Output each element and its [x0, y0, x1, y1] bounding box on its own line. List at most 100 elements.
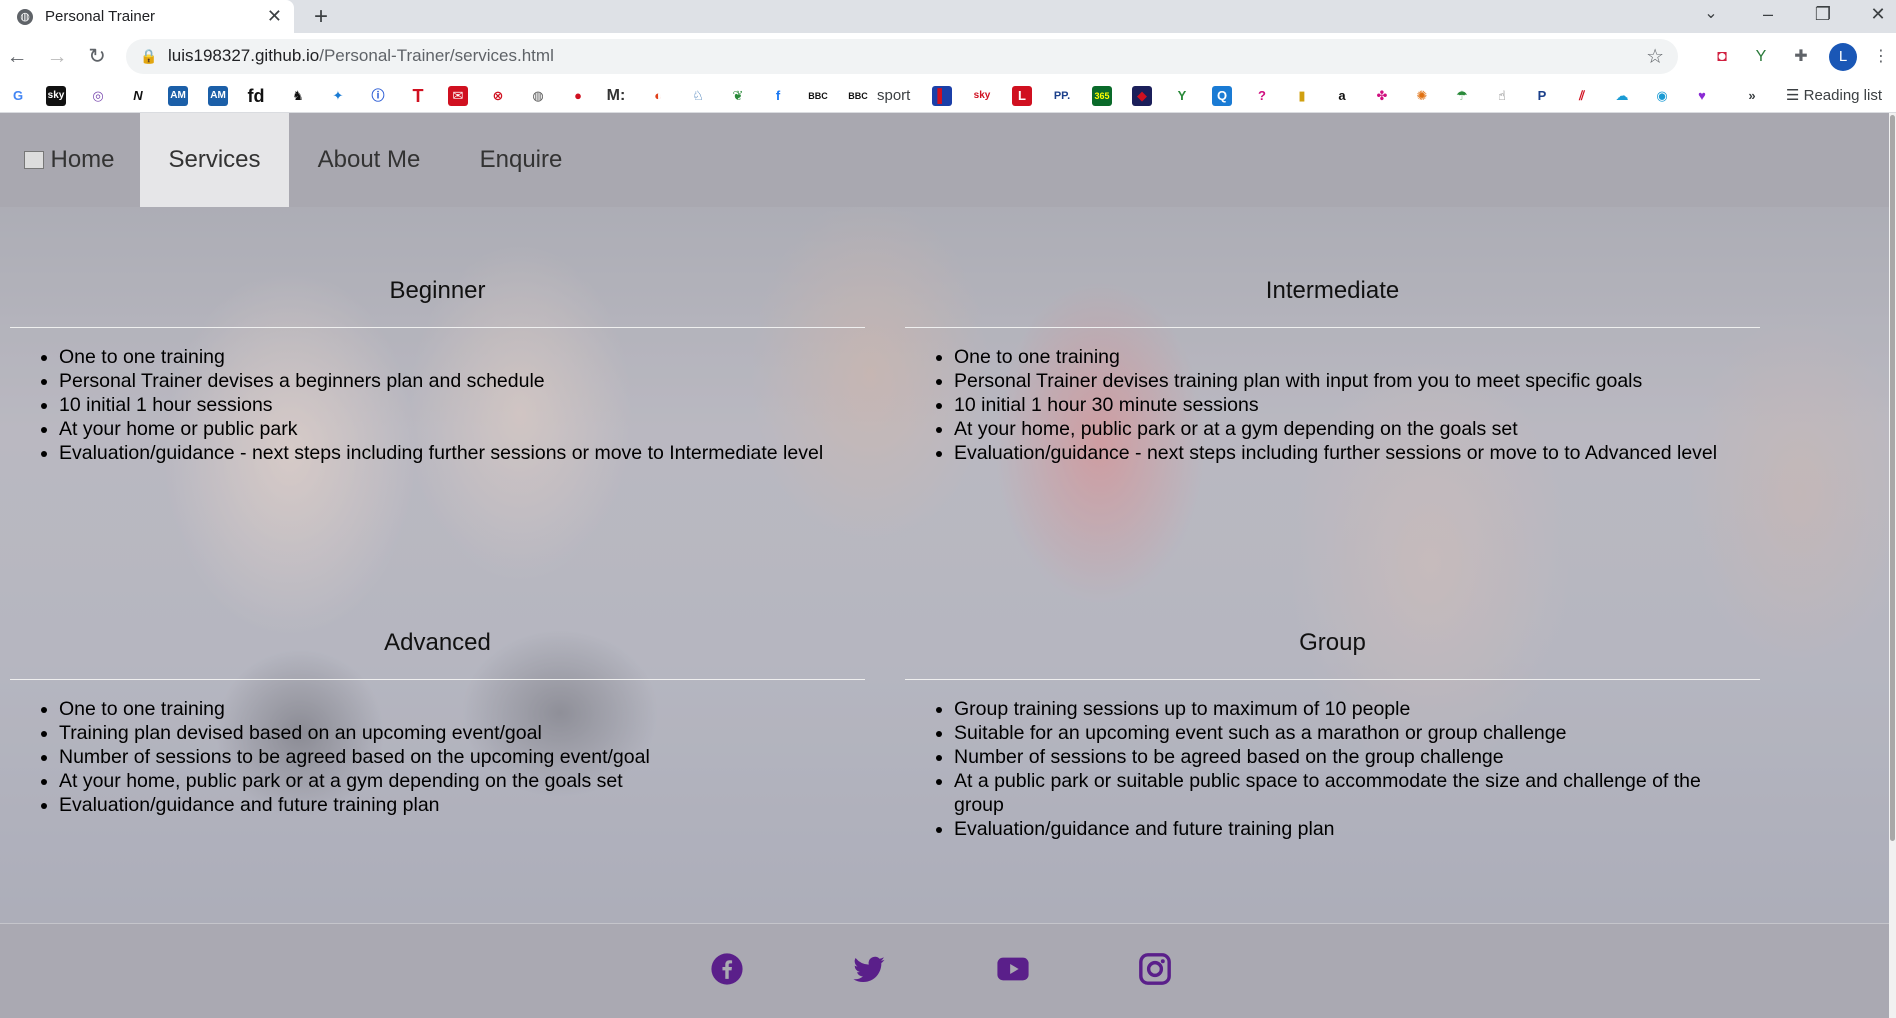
- facebook-bookmark-icon[interactable]: f: [768, 86, 788, 106]
- bookmark-icon-17[interactable]: ◐: [648, 86, 668, 106]
- q-bookmark-icon[interactable]: Q: [1212, 86, 1232, 106]
- bookmark-icon-13[interactable]: ⊗: [488, 86, 508, 106]
- minimize-icon[interactable]: –: [1748, 0, 1788, 33]
- instagram-icon[interactable]: [1138, 952, 1172, 986]
- fd-bookmark-icon[interactable]: fd: [246, 86, 266, 106]
- nav-enquire[interactable]: Enquire: [465, 113, 577, 207]
- profile-avatar[interactable]: L: [1829, 43, 1857, 71]
- list-item: Evaluation/guidance and future training …: [954, 817, 1754, 841]
- reload-icon[interactable]: ↻: [82, 33, 112, 80]
- bookmark-icon-35[interactable]: ✤: [1372, 86, 1392, 106]
- browser-toolbar: ← → ↻ 🔒 luis198327.github.io/Personal-Tr…: [0, 33, 1896, 80]
- facebook-icon[interactable]: [710, 952, 744, 986]
- divider: [10, 679, 865, 680]
- globe-bookmark-icon[interactable]: ◍: [528, 86, 548, 106]
- twitter-icon[interactable]: [852, 952, 886, 986]
- list-item: Evaluation/guidance and future training …: [59, 793, 859, 817]
- bookmark-icon-36[interactable]: ✺: [1412, 86, 1432, 106]
- browser-tabstrip: ◍ Personal Trainer ✕ + ⌄ – ❐ ✕: [0, 0, 1896, 33]
- url-text[interactable]: luis198327.github.io/Personal-Trainer/se…: [168, 46, 554, 66]
- list-item: Evaluation/guidance - next steps includi…: [954, 441, 1754, 465]
- heart-bookmark-icon[interactable]: ♥: [1692, 86, 1712, 106]
- m-bookmark-icon[interactable]: M:: [606, 86, 626, 106]
- bookmark-icon-19[interactable]: ❦: [728, 86, 748, 106]
- url-path: /Personal-Trainer/services.html: [319, 46, 554, 65]
- card-title: Group: [1299, 629, 1366, 656]
- bookmark-icon-38[interactable]: ☝: [1492, 86, 1512, 106]
- bookmark-icon-29[interactable]: ◆: [1132, 86, 1152, 106]
- extension-icon[interactable]: Y: [1750, 46, 1772, 68]
- divider: [905, 327, 1760, 328]
- bbc-sport-bookmark-icon[interactable]: BBC: [848, 86, 868, 106]
- back-icon[interactable]: ←: [2, 33, 32, 80]
- bookmark-n-icon[interactable]: N: [128, 86, 148, 106]
- youtube-icon[interactable]: [996, 952, 1030, 986]
- divider: [10, 327, 865, 328]
- question-bookmark-icon[interactable]: ?: [1252, 86, 1272, 106]
- close-tab-icon[interactable]: ✕: [267, 6, 282, 27]
- virgin-bookmark-icon[interactable]: ●: [568, 86, 588, 106]
- page-scrollbar[interactable]: [1889, 113, 1896, 1018]
- list-item: Group training sessions up to maximum of…: [954, 697, 1754, 721]
- menu-kebab-icon[interactable]: ⋮: [1870, 46, 1892, 68]
- sky-bookmark-icon[interactable]: sky: [46, 86, 66, 106]
- nav-about-label: About Me: [317, 146, 421, 173]
- pp-bookmark-icon[interactable]: PP.: [1052, 86, 1072, 106]
- bookmark-icon-40[interactable]: ⫽: [1572, 86, 1592, 106]
- more-bookmarks-icon[interactable]: »: [1742, 86, 1762, 106]
- bookmark-icon-10[interactable]: ⓘ: [368, 86, 388, 106]
- address-bar[interactable]: 🔒 luis198327.github.io/Personal-Trainer/…: [126, 39, 1678, 74]
- bookmark-icon-30[interactable]: Y: [1172, 86, 1192, 106]
- scrollbar-thumb[interactable]: [1890, 115, 1895, 841]
- sport-bookmark-label[interactable]: sport: [877, 86, 910, 106]
- nav-enquire-label: Enquire: [479, 146, 563, 173]
- paypal-bookmark-icon[interactable]: P: [1532, 86, 1552, 106]
- list-item: Training plan devised based on an upcomi…: [59, 721, 859, 745]
- reading-list-button[interactable]: ☰ Reading list: [1786, 86, 1882, 106]
- bookmark-icon-26[interactable]: L: [1012, 86, 1032, 106]
- bookmark-star-icon[interactable]: ☆: [1646, 44, 1664, 69]
- site-footer: [0, 923, 1889, 1018]
- list-item: At a public park or suitable public spac…: [954, 769, 1754, 817]
- extensions-puzzle-icon[interactable]: ✚: [1790, 46, 1812, 68]
- list-item: Number of sessions to be agreed based on…: [59, 745, 859, 769]
- forward-icon[interactable]: →: [42, 33, 72, 80]
- amex-bookmark-icon[interactable]: AM: [168, 86, 188, 106]
- nav-home[interactable]: Home: [0, 113, 139, 207]
- list-item: Suitable for an upcoming event such as a…: [954, 721, 1754, 745]
- tab-search-icon[interactable]: ⌄: [1691, 0, 1731, 33]
- amex2-bookmark-icon[interactable]: AM: [208, 86, 228, 106]
- pocket-extension-icon[interactable]: ◘: [1711, 46, 1733, 68]
- bookmark-icon-25[interactable]: sky: [972, 86, 992, 106]
- bookmark-icon-3[interactable]: ◎: [88, 86, 108, 106]
- bird-bookmark-icon[interactable]: ✦: [328, 86, 348, 106]
- lock-icon: 🔒: [140, 48, 158, 64]
- bookmark-icon-42[interactable]: ◉: [1652, 86, 1672, 106]
- list-item: One to one training: [59, 345, 859, 369]
- restore-icon[interactable]: ❐: [1803, 0, 1843, 33]
- bookmark-icon-24[interactable]: ▌: [932, 86, 952, 106]
- feature-list: One to one training Personal Trainer dev…: [905, 345, 1754, 465]
- nav-about[interactable]: About Me: [298, 113, 440, 207]
- list-item: At your home, public park or at a gym de…: [59, 769, 859, 793]
- google-bookmark-icon[interactable]: G: [8, 86, 28, 106]
- card-title: Intermediate: [1265, 277, 1400, 304]
- t-bookmark-icon[interactable]: T: [408, 86, 428, 106]
- browser-tab[interactable]: ◍ Personal Trainer ✕: [0, 0, 294, 33]
- bookmark-icon-18[interactable]: ♘: [688, 86, 708, 106]
- bag-bookmark-icon[interactable]: ▮: [1292, 86, 1312, 106]
- window-close-icon[interactable]: ✕: [1858, 0, 1896, 33]
- list-item: Evaluation/guidance - next steps includi…: [59, 441, 859, 465]
- salesforce-bookmark-icon[interactable]: ☁: [1612, 86, 1632, 106]
- bookmark-icon-12[interactable]: ✉: [448, 86, 468, 106]
- list-item: One to one training: [954, 345, 1754, 369]
- bbc-bookmark-icon[interactable]: BBC: [808, 86, 828, 106]
- bet365-bookmark-icon[interactable]: 365: [1092, 86, 1112, 106]
- nav-services[interactable]: Services: [140, 113, 289, 207]
- bookmark-icon-37[interactable]: ☂: [1452, 86, 1472, 106]
- new-tab-icon[interactable]: +: [314, 0, 328, 33]
- reading-list-label: Reading list: [1803, 87, 1883, 104]
- list-item: Number of sessions to be agreed based on…: [954, 745, 1754, 769]
- horse-bookmark-icon[interactable]: ♞: [288, 86, 308, 106]
- amazon-bookmark-icon[interactable]: a: [1332, 86, 1352, 106]
